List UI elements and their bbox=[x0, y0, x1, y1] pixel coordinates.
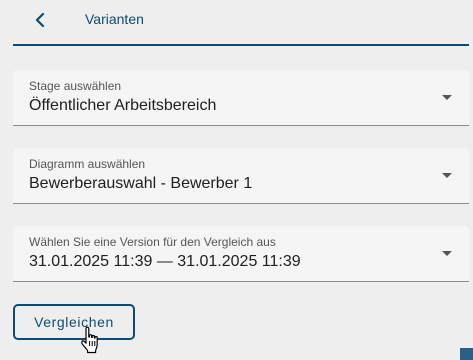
version-select[interactable]: Wählen Sie eine Version für den Vergleic… bbox=[13, 226, 469, 282]
compare-button[interactable]: Vergleichen bbox=[13, 304, 135, 340]
diagram-select[interactable]: Diagramm auswählen Bewerberauswahl - Bew… bbox=[13, 148, 469, 204]
stage-select-value: Öffentlicher Arbeitsbereich bbox=[29, 97, 217, 114]
stage-select[interactable]: Stage auswählen Öffentlicher Arbeitsbere… bbox=[13, 70, 469, 126]
diagram-select-value: Bewerberauswahl - Bewerber 1 bbox=[29, 175, 253, 192]
dropdown-arrow-icon bbox=[442, 251, 452, 256]
version-select-label: Wählen Sie eine Version für den Vergleic… bbox=[29, 235, 276, 249]
scroll-corner bbox=[460, 348, 473, 360]
version-select-value: 31.01.2025 11:39 — 31.01.2025 11:39 bbox=[29, 253, 301, 270]
back-button[interactable] bbox=[29, 8, 51, 32]
dropdown-arrow-icon bbox=[442, 95, 452, 100]
diagram-select-label: Diagramm auswählen bbox=[29, 157, 146, 171]
page-title: Varianten bbox=[85, 11, 144, 27]
dropdown-arrow-icon bbox=[442, 173, 452, 178]
chevron-left-icon bbox=[35, 13, 45, 27]
stage-select-label: Stage auswählen bbox=[29, 79, 122, 93]
panel-header: Varianten bbox=[13, 0, 469, 46]
